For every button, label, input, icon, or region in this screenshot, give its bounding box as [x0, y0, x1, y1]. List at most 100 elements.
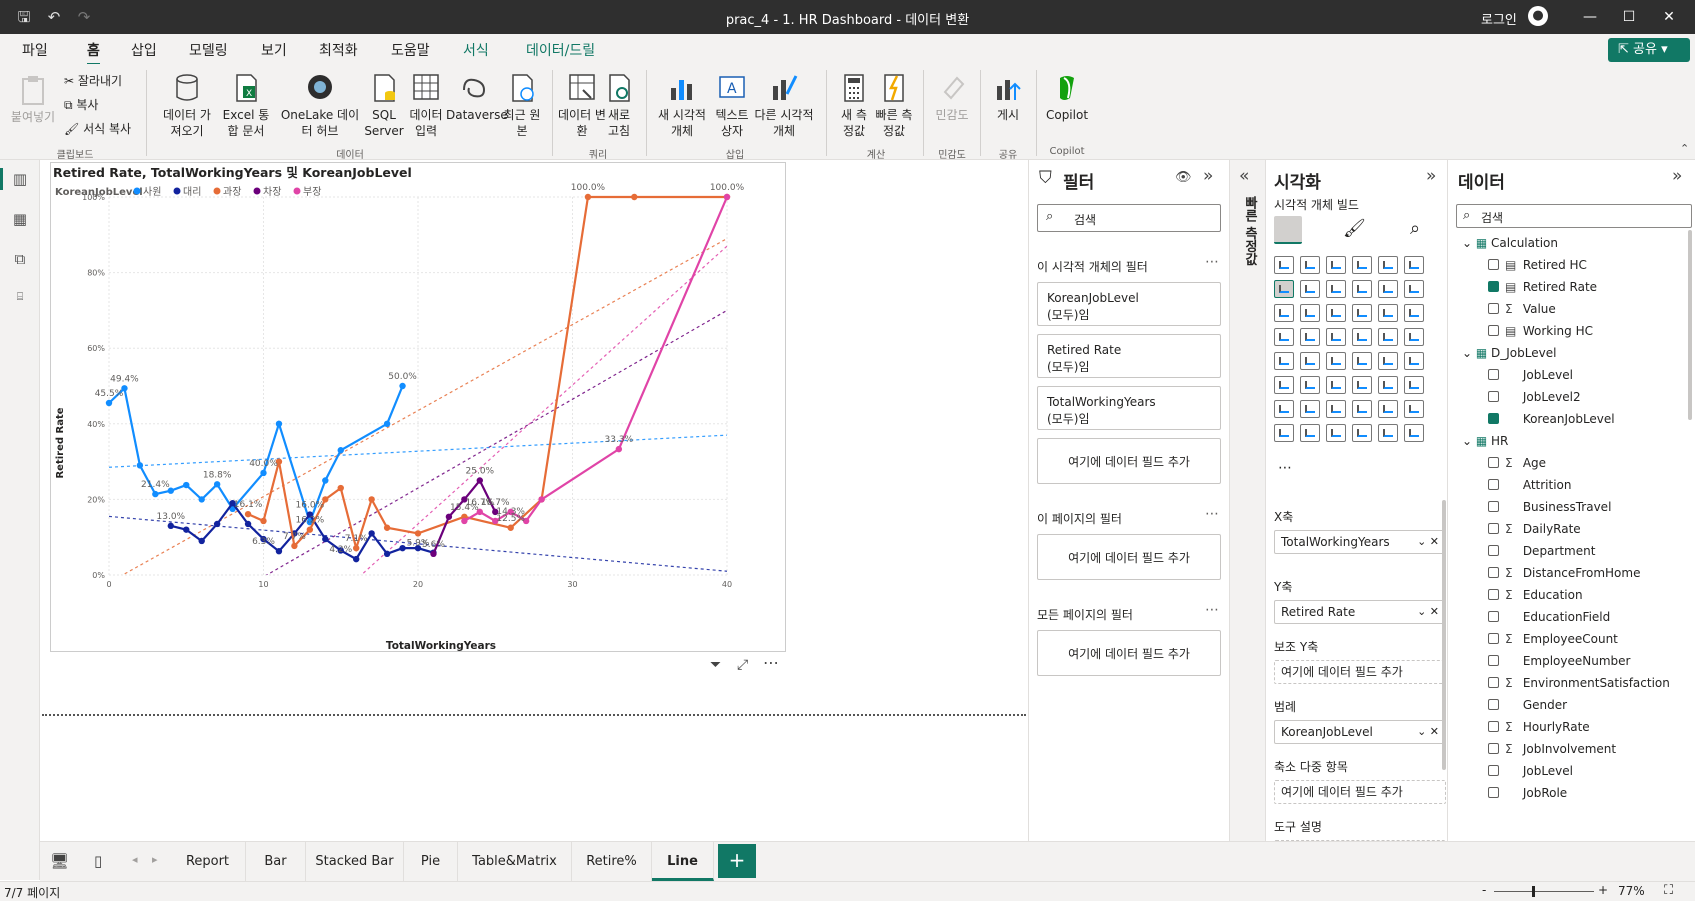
field-checkbox[interactable] — [1488, 699, 1499, 710]
filter-search-input[interactable]: ⌕ 검색 — [1037, 204, 1221, 232]
visual-type-icon[interactable] — [1378, 304, 1398, 322]
visual-type-icon[interactable] — [1378, 376, 1398, 394]
excel-button[interactable]: X Excel 통합 문서 — [218, 72, 274, 139]
field-item[interactable]: JobLevel — [1488, 368, 1573, 382]
field-item[interactable]: Department — [1488, 544, 1595, 558]
recent-sources-button[interactable]: 최근 원본 — [502, 72, 542, 139]
visual-type-icon[interactable] — [1404, 280, 1424, 298]
more-visuals-button[interactable]: 다른 시각적 개체 — [754, 72, 814, 139]
visual-type-icon[interactable] — [1300, 280, 1320, 298]
field-checkbox[interactable] — [1488, 677, 1499, 688]
field-checkbox[interactable] — [1488, 787, 1499, 798]
all-filters-more-icon[interactable]: ⋯ — [1205, 602, 1219, 618]
visual-type-icon[interactable] — [1352, 352, 1372, 370]
field-checkbox[interactable] — [1488, 391, 1499, 402]
expand-chevron-icon[interactable]: ⌄ — [1462, 236, 1476, 250]
eye-icon[interactable]: 👁 — [1175, 170, 1192, 185]
collapse-data-icon[interactable]: » — [1672, 166, 1682, 186]
field-item[interactable]: ▤ Retired Rate — [1488, 280, 1597, 294]
visual-type-icon[interactable] — [1352, 328, 1372, 346]
format-painter-button[interactable]: 🖌 서식 복사 — [64, 120, 131, 137]
dax-view-icon[interactable]: ⌸ — [10, 290, 30, 310]
visual-type-icon[interactable] — [1352, 304, 1372, 322]
visual-type-icon[interactable] — [1300, 352, 1320, 370]
login-link[interactable]: 로그인 — [1481, 9, 1517, 28]
field-item[interactable]: JobRole — [1488, 786, 1567, 800]
table-view-icon[interactable]: ▦ — [10, 210, 30, 230]
field-item[interactable]: Gender — [1488, 698, 1567, 712]
tab-home[interactable]: 홈 — [87, 40, 100, 66]
fit-page-icon[interactable]: ⛶ — [1664, 883, 1673, 898]
refresh-button[interactable]: 새로 고침 — [604, 72, 634, 139]
quick-measure-button[interactable]: 빠른 측정값 — [874, 72, 914, 139]
field-item[interactable]: Σ HourlyRate — [1488, 720, 1590, 734]
line-chart-visual[interactable]: Retired Rate, TotalWorkingYears 및 Korean… — [50, 162, 786, 652]
visual-type-icon[interactable] — [1404, 256, 1424, 274]
table-node[interactable]: ⌄ ▦ HR — [1462, 434, 1508, 448]
sensitivity-button[interactable]: 민감도 — [930, 72, 974, 123]
visual-type-icon[interactable] — [1378, 400, 1398, 418]
field-item[interactable]: Σ Age — [1488, 456, 1546, 470]
visual-type-icon[interactable] — [1300, 328, 1320, 346]
expand-chevron-icon[interactable]: ⌄ — [1462, 434, 1476, 448]
visual-type-icon[interactable] — [1326, 304, 1346, 322]
field-item[interactable]: ▤ Retired HC — [1488, 258, 1587, 272]
field-item[interactable]: KoreanJobLevel — [1488, 412, 1615, 426]
remove-y-field-icon[interactable]: ⌄ ✕ — [1417, 601, 1439, 623]
field-checkbox[interactable] — [1488, 259, 1499, 270]
field-checkbox[interactable] — [1488, 545, 1499, 556]
tab-file[interactable]: 파일 — [22, 40, 48, 60]
visual-type-icon[interactable] — [1300, 400, 1320, 418]
expand-quick-measure-icon[interactable]: « — [1239, 166, 1249, 186]
field-item[interactable]: Σ DistanceFromHome — [1488, 566, 1640, 580]
account-icon[interactable]: ● — [1528, 6, 1548, 26]
enter-data-button[interactable]: 데이터 입력 — [406, 72, 446, 139]
get-data-button[interactable]: 데이터 가져오기 — [162, 72, 212, 139]
more-options-icon[interactable]: ⋯ — [763, 653, 779, 672]
visual-type-icon[interactable] — [1274, 328, 1294, 346]
visual-type-icon[interactable] — [1378, 352, 1398, 370]
cut-button[interactable]: ✂ 잘라내기 — [64, 72, 122, 89]
x-axis-field-well[interactable]: TotalWorkingYears ⌄ ✕ — [1274, 530, 1446, 554]
line-chart-type-icon[interactable] — [1274, 280, 1294, 298]
tab-help[interactable]: 도움말 — [391, 40, 430, 60]
legend-field-well[interactable]: KoreanJobLevel ⌄ ✕ — [1274, 720, 1446, 744]
visual-type-icon[interactable] — [1404, 424, 1424, 442]
filter-card-koreanjoblevel[interactable]: KoreanJobLevel (모두)임 — [1037, 282, 1221, 326]
sql-server-button[interactable]: SQL Server — [364, 72, 404, 139]
collapse-ribbon-icon[interactable]: ⌃ — [1680, 142, 1689, 155]
visual-type-icon[interactable] — [1352, 400, 1372, 418]
field-item[interactable]: Σ DailyRate — [1488, 522, 1581, 536]
visual-filter-icon[interactable]: ⏷ — [710, 657, 721, 673]
maximize-icon[interactable]: ☐ — [1614, 5, 1644, 29]
zoom-out-icon[interactable]: - — [1482, 883, 1486, 897]
visual-type-icon[interactable] — [1274, 424, 1294, 442]
visual-type-icon[interactable] — [1352, 256, 1372, 274]
tab-optimize[interactable]: 최적화 — [319, 40, 358, 60]
visual-type-icon[interactable] — [1300, 304, 1320, 322]
field-checkbox[interactable] — [1488, 765, 1499, 776]
filter-card-totalworkingyears[interactable]: TotalWorkingYears (모두)임 — [1037, 386, 1221, 430]
page-tab-pie[interactable]: Pie — [404, 842, 458, 881]
table-node[interactable]: ⌄ ▦ D_JobLevel — [1462, 346, 1556, 360]
visual-type-icon[interactable] — [1352, 376, 1372, 394]
visual-type-icon[interactable] — [1274, 256, 1294, 274]
visual-type-icon[interactable] — [1326, 400, 1346, 418]
page-filter-drop-zone[interactable]: 여기에 데이터 필드 추가 — [1037, 534, 1221, 580]
field-checkbox[interactable] — [1488, 457, 1499, 468]
visual-filters-more-icon[interactable]: ⋯ — [1205, 254, 1219, 270]
page-filters-more-icon[interactable]: ⋯ — [1205, 506, 1219, 522]
field-item[interactable]: Σ EmployeeCount — [1488, 632, 1618, 646]
prev-page-icon[interactable]: ◂ — [132, 853, 138, 866]
collapse-viz-icon[interactable]: » — [1426, 166, 1436, 186]
small-multiples-drop-zone[interactable]: 여기에 데이터 필드 추가 — [1274, 780, 1446, 804]
model-view-icon[interactable]: ⧉ — [10, 250, 30, 270]
build-visual-tab-icon[interactable] — [1274, 216, 1302, 244]
zoom-slider-thumb[interactable] — [1532, 886, 1535, 897]
field-checkbox[interactable] — [1488, 611, 1499, 622]
field-item[interactable]: Σ EnvironmentSatisfaction — [1488, 676, 1670, 690]
field-item[interactable]: JobLevel — [1488, 764, 1573, 778]
onelake-button[interactable]: OneLake 데이터 허브 — [280, 72, 360, 139]
zoom-in-icon[interactable]: + — [1598, 883, 1608, 897]
copy-button[interactable]: ⧉ 복사 — [64, 96, 98, 113]
